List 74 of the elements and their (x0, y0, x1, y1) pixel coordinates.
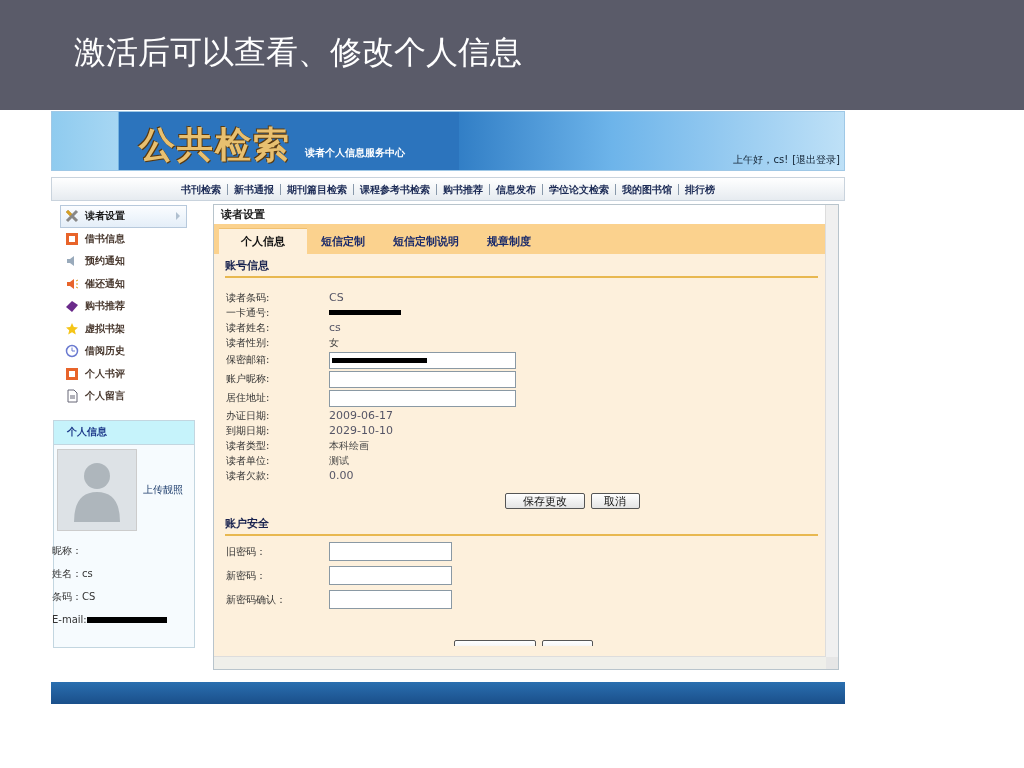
vertical-scrollbar[interactable] (825, 205, 838, 657)
input-field[interactable] (329, 566, 452, 585)
sidebar-item[interactable]: 读者设置 (60, 205, 187, 228)
site-subtitle: 读者个人信息服务中心 (305, 146, 405, 160)
sidebar-item[interactable]: 催还通知 (60, 272, 187, 295)
site-logo: 公共检索 (139, 126, 291, 162)
logout-link[interactable]: [退出登录] (792, 153, 840, 167)
input-field[interactable] (329, 389, 516, 407)
cancel-button[interactable]: 取消 (590, 493, 640, 509)
input-field[interactable] (329, 590, 452, 609)
document-icon (65, 389, 79, 404)
input-field[interactable] (329, 542, 452, 561)
field-label: 办证日期: (226, 408, 271, 423)
field-value: 2009-06-17 (329, 409, 393, 422)
redaction-bar (329, 310, 401, 315)
nav-link[interactable]: 课程参考书检索 (353, 183, 436, 195)
sidebar-item[interactable]: 个人书评 (60, 362, 187, 385)
tab[interactable]: 规章制度 (473, 228, 545, 254)
field-value: 测试 (329, 453, 349, 468)
tab[interactable]: 短信定制 (307, 228, 379, 254)
field-label: 新密码： (226, 568, 267, 583)
nav-link[interactable]: 信息发布 (489, 183, 542, 195)
greeting-text: 上午好，cs! (733, 153, 789, 167)
sidebar-item[interactable]: 借阅历史 (60, 340, 187, 363)
field-value: 2029-10-10 (329, 424, 393, 437)
clock-icon (65, 344, 79, 359)
nav-link[interactable]: 期刊篇目检索 (280, 183, 353, 195)
profile-field: 姓名：cs (52, 566, 93, 581)
nav-link[interactable]: 学位论文检索 (542, 183, 615, 195)
profile-heading: 个人信息 (54, 420, 194, 445)
sidebar-item[interactable]: 借书信息 (60, 227, 187, 250)
field-value: 本科绘画 (329, 438, 369, 453)
speaker-icon (65, 276, 79, 291)
field-label: 新密码确认： (226, 592, 287, 607)
field-label: 读者类型: (226, 438, 271, 453)
field-label: 旧密码： (226, 544, 267, 559)
horizontal-scrollbar[interactable] (214, 656, 826, 669)
slide-title: 激活后可以查看、修改个人信息 (74, 32, 522, 73)
section-heading: 账号信息 (225, 256, 818, 278)
nav-link[interactable]: 我的图书馆 (615, 183, 678, 195)
sidebar-item[interactable]: 购书推荐 (60, 295, 187, 318)
field-label: 读者姓名: (226, 320, 271, 335)
nav-link[interactable]: 书刊检索 (175, 183, 227, 195)
star-icon (65, 321, 79, 336)
nav-link[interactable]: 购书推荐 (436, 183, 489, 195)
field-value: 女 (329, 335, 339, 350)
nav-link[interactable]: 排行榜 (678, 183, 721, 195)
nav-link[interactable]: 新书通报 (227, 183, 280, 195)
tab[interactable]: 短信定制说明 (379, 228, 473, 254)
field-label: 读者条码: (226, 290, 271, 305)
profile-field: 昵称： (52, 543, 82, 558)
field-value: cs (329, 321, 341, 334)
field-label: 到期日期: (226, 423, 271, 438)
field-label: 居住地址: (226, 391, 271, 405)
field-value: CS (329, 291, 344, 304)
upload-photo-link[interactable]: 上传靓照 (143, 482, 183, 497)
profile-field: E-mail: (52, 614, 87, 625)
input-field[interactable] (329, 370, 516, 388)
field-label: 读者欠款: (226, 468, 271, 483)
sidebar-item[interactable]: 个人留言 (60, 385, 187, 408)
sidebar-item[interactable]: 虚拟书架 (60, 317, 187, 340)
tab[interactable]: 个人信息 (219, 228, 307, 254)
field-label: 读者单位: (226, 453, 271, 468)
sidebar-item[interactable]: 预约通知 (60, 250, 187, 273)
profile-field: 条码：CS (52, 589, 96, 604)
field-value: 0.00 (329, 469, 354, 482)
field-label: 保密邮箱: (226, 353, 271, 367)
field-label: 账户昵称: (226, 372, 271, 386)
scrollbar-corner (826, 657, 838, 669)
section-heading: 账户安全 (225, 514, 818, 536)
save-button[interactable]: 保存更改 (504, 493, 585, 509)
avatar-icon (57, 448, 137, 531)
field-label: 一卡通号: (226, 305, 271, 320)
field-label: 读者性别: (226, 335, 271, 350)
